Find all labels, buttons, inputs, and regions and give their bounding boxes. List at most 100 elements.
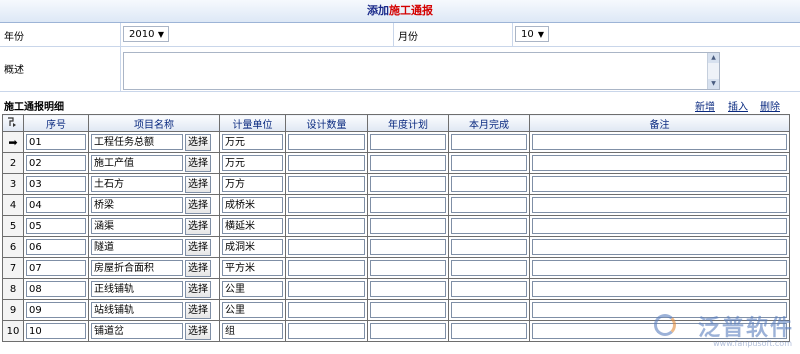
annual-plan-input[interactable] xyxy=(370,239,446,255)
scroll-up-icon[interactable]: ▲ xyxy=(708,53,719,63)
annual-plan-input[interactable] xyxy=(370,155,446,171)
month-done-input[interactable] xyxy=(451,281,527,297)
project-name-input[interactable]: 施工产值 xyxy=(91,155,183,171)
annual-plan-input[interactable] xyxy=(370,134,446,150)
month-select[interactable]: 10 ▼ xyxy=(515,26,549,42)
remarks-input[interactable] xyxy=(532,197,787,213)
table-row[interactable]: 6 06 隧道 选择 成洞米 xyxy=(2,236,790,258)
description-textarea[interactable]: ▲ ▼ xyxy=(123,52,720,90)
unit-input[interactable]: 万元 xyxy=(222,134,283,150)
design-qty-input[interactable] xyxy=(288,302,365,318)
unit-input[interactable]: 万方 xyxy=(222,176,283,192)
column-picker-icon[interactable] xyxy=(2,114,24,132)
select-button[interactable]: 选择 xyxy=(185,280,211,298)
unit-input[interactable]: 组 xyxy=(222,323,283,339)
remarks-input[interactable] xyxy=(532,281,787,297)
annual-plan-input[interactable] xyxy=(370,281,446,297)
remarks-input[interactable] xyxy=(532,239,787,255)
select-button[interactable]: 选择 xyxy=(185,322,211,340)
design-qty-input[interactable] xyxy=(288,239,365,255)
year-select[interactable]: 2010 ▼ xyxy=(123,26,169,42)
month-done-input[interactable] xyxy=(451,155,527,171)
project-name-input[interactable]: 土石方 xyxy=(91,176,183,192)
select-button[interactable]: 选择 xyxy=(185,154,211,172)
annual-plan-input[interactable] xyxy=(370,197,446,213)
table-row[interactable]: 5 05 涵渠 选择 横延米 xyxy=(2,215,790,237)
design-qty-input[interactable] xyxy=(288,260,365,276)
unit-input[interactable]: 成洞米 xyxy=(222,239,283,255)
select-button[interactable]: 选择 xyxy=(185,217,211,235)
project-name-input[interactable]: 隧道 xyxy=(91,239,183,255)
design-qty-input[interactable] xyxy=(288,155,365,171)
unit-input[interactable]: 横延米 xyxy=(222,218,283,234)
month-done-input[interactable] xyxy=(451,197,527,213)
design-qty-input[interactable] xyxy=(288,134,365,150)
remarks-input[interactable] xyxy=(532,176,787,192)
table-row[interactable]: 3 03 土石方 选择 万方 xyxy=(2,173,790,195)
project-name-input[interactable]: 涵渠 xyxy=(91,218,183,234)
month-done-input[interactable] xyxy=(451,176,527,192)
project-name-input[interactable]: 工程任务总额 xyxy=(91,134,183,150)
unit-input[interactable]: 万元 xyxy=(222,155,283,171)
annual-plan-input[interactable] xyxy=(370,218,446,234)
select-button[interactable]: 选择 xyxy=(185,301,211,319)
design-qty-input[interactable] xyxy=(288,197,365,213)
seq-input[interactable]: 03 xyxy=(26,176,86,192)
seq-input[interactable]: 06 xyxy=(26,239,86,255)
annual-plan-input[interactable] xyxy=(370,176,446,192)
table-row[interactable]: ➡ 01 工程任务总额 选择 万元 xyxy=(2,131,790,153)
row-indicator[interactable]: 5 xyxy=(2,215,24,237)
unit-input[interactable]: 公里 xyxy=(222,302,283,318)
unit-input[interactable]: 成桥米 xyxy=(222,197,283,213)
annual-plan-input[interactable] xyxy=(370,302,446,318)
seq-input[interactable]: 05 xyxy=(26,218,86,234)
month-done-input[interactable] xyxy=(451,260,527,276)
row-indicator[interactable]: ➡ xyxy=(2,131,24,153)
design-qty-input[interactable] xyxy=(288,281,365,297)
table-row[interactable]: 4 04 桥梁 选择 成桥米 xyxy=(2,194,790,216)
row-indicator[interactable]: 7 xyxy=(2,257,24,279)
project-name-input[interactable]: 正线铺轨 xyxy=(91,281,183,297)
project-name-input[interactable]: 铺道岔 xyxy=(91,323,183,339)
project-name-input[interactable]: 桥梁 xyxy=(91,197,183,213)
scrollbar[interactable]: ▲ ▼ xyxy=(707,53,719,89)
project-name-input[interactable]: 站线铺轨 xyxy=(91,302,183,318)
insert-link[interactable]: 插入 xyxy=(728,98,748,113)
seq-input[interactable]: 08 xyxy=(26,281,86,297)
seq-input[interactable]: 01 xyxy=(26,134,86,150)
row-indicator[interactable]: 10 xyxy=(2,320,24,342)
select-button[interactable]: 选择 xyxy=(185,133,211,151)
remarks-input[interactable] xyxy=(532,155,787,171)
select-button[interactable]: 选择 xyxy=(185,196,211,214)
remarks-input[interactable] xyxy=(532,218,787,234)
row-indicator[interactable]: 8 xyxy=(2,278,24,300)
unit-input[interactable]: 平方米 xyxy=(222,260,283,276)
select-button[interactable]: 选择 xyxy=(185,259,211,277)
unit-input[interactable]: 公里 xyxy=(222,281,283,297)
seq-input[interactable]: 09 xyxy=(26,302,86,318)
select-button[interactable]: 选择 xyxy=(185,175,211,193)
project-name-input[interactable]: 房屋折合面积 xyxy=(91,260,183,276)
seq-input[interactable]: 10 xyxy=(26,323,86,339)
remarks-input[interactable] xyxy=(532,260,787,276)
annual-plan-input[interactable] xyxy=(370,323,446,339)
row-indicator[interactable]: 2 xyxy=(2,152,24,174)
seq-input[interactable]: 04 xyxy=(26,197,86,213)
row-indicator[interactable]: 9 xyxy=(2,299,24,321)
design-qty-input[interactable] xyxy=(288,176,365,192)
table-row[interactable]: 2 02 施工产值 选择 万元 xyxy=(2,152,790,174)
annual-plan-input[interactable] xyxy=(370,260,446,276)
month-done-input[interactable] xyxy=(451,323,527,339)
remarks-input[interactable] xyxy=(532,134,787,150)
table-row[interactable]: 8 08 正线铺轨 选择 公里 xyxy=(2,278,790,300)
scroll-down-icon[interactable]: ▼ xyxy=(708,79,719,89)
add-link[interactable]: 新增 xyxy=(695,98,715,113)
design-qty-input[interactable] xyxy=(288,218,365,234)
month-done-input[interactable] xyxy=(451,302,527,318)
delete-link[interactable]: 删除 xyxy=(760,98,780,113)
table-row[interactable]: 7 07 房屋折合面积 选择 平方米 xyxy=(2,257,790,279)
row-indicator[interactable]: 6 xyxy=(2,236,24,258)
design-qty-input[interactable] xyxy=(288,323,365,339)
row-indicator[interactable]: 4 xyxy=(2,194,24,216)
seq-input[interactable]: 02 xyxy=(26,155,86,171)
